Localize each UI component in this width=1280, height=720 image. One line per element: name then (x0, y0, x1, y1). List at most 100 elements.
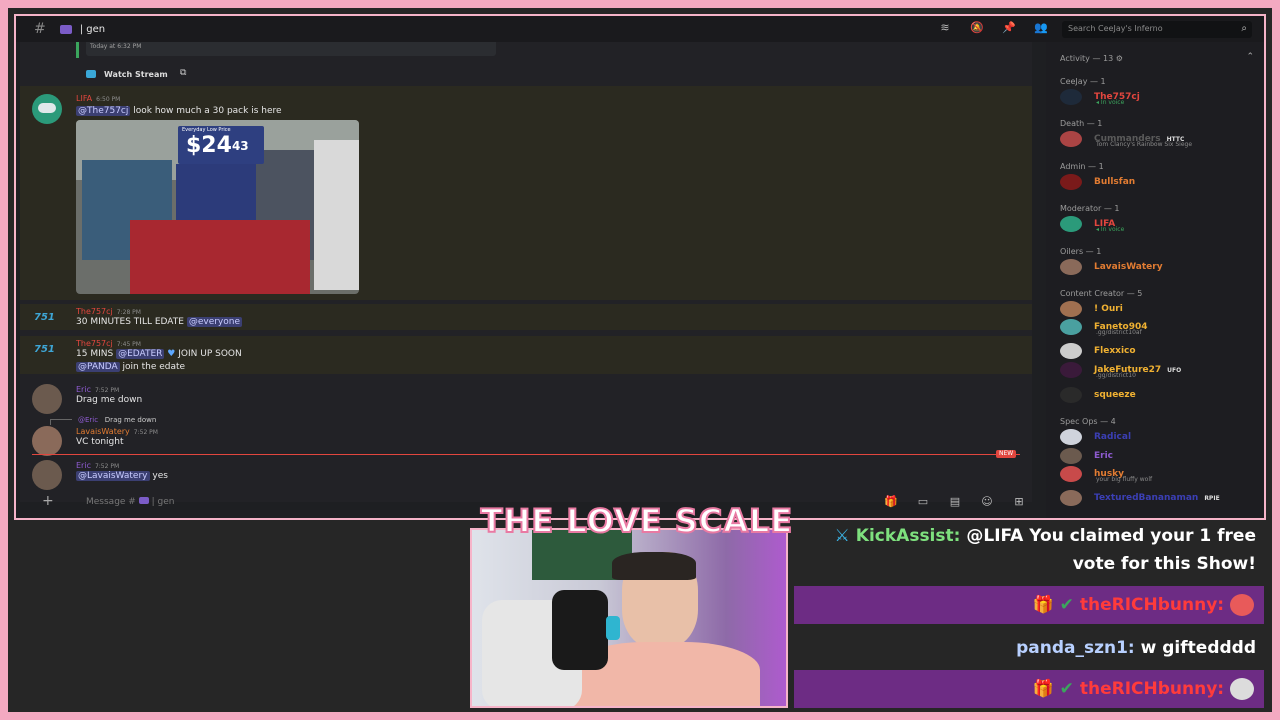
member-entry[interactable]: Bullsfan (1060, 174, 1135, 190)
member-entry[interactable]: ! Ouri (1060, 301, 1123, 317)
chat-text: w giftedddd (1140, 638, 1256, 658)
author-name: The757cj (76, 339, 113, 348)
chat-line-kickassist: ⚔ KickAssist: @LIFA You claimed your 1 f… (835, 526, 1256, 546)
threads-icon[interactable]: ≋ (938, 22, 952, 34)
message-text: 15 MINS (76, 349, 114, 359)
channel-header: # | gen ≋ 🔕 📌 👥 Search CeeJay's Inferno … (16, 16, 1264, 42)
price-cents: 43 (231, 139, 249, 153)
add-attachment-icon[interactable]: + (42, 493, 54, 509)
members-list-icon[interactable]: 👥 (1034, 22, 1048, 34)
message-time: 7:45 PM (116, 341, 141, 348)
embed-body: Today at 6:32 PM (86, 42, 496, 56)
member-entry[interactable]: LIFA ◂ In voice (1060, 216, 1124, 233)
channel-hash-icon: # (34, 21, 46, 37)
gift-sub-icon: 🎁 (1032, 595, 1054, 615)
user-mention[interactable]: @The757cj (76, 106, 131, 116)
member-avatar (1060, 387, 1082, 403)
role-mention-panda[interactable]: @PANDA (76, 362, 120, 372)
emoji-icon[interactable]: ☺ (980, 496, 994, 508)
member-entry[interactable]: The757cj ◂ In voice (1060, 89, 1140, 106)
member-entry[interactable]: Radical (1060, 429, 1131, 445)
member-avatar (1060, 466, 1082, 482)
message-author[interactable]: LavaisWatery 7:52 PM (76, 427, 158, 436)
price-dollars: $24 (186, 133, 232, 158)
message-author[interactable]: The757cj 7:45 PM (76, 339, 141, 348)
member-entry[interactable]: squeeze (1060, 387, 1136, 403)
message-lavais: @Eric Drag me down LavaisWatery 7:52 PM V… (20, 414, 1032, 456)
embed-accent-bar (76, 42, 79, 58)
display-banner (314, 140, 359, 290)
reply-preview[interactable]: @Eric Drag me down (78, 416, 156, 424)
reply-text: Drag me down (104, 416, 157, 424)
stream-chat-feed: ⚔ KickAssist: @LIFA You claimed your 1 f… (794, 520, 1264, 708)
member-entry[interactable]: LavaisWatery (1060, 259, 1163, 275)
member-avatar (1060, 362, 1082, 378)
member-name: LavaisWatery (1094, 262, 1163, 272)
member-entry[interactable]: Faneto904 .gg/district10af (1060, 319, 1147, 336)
message-author[interactable]: Eric 7:52 PM (76, 461, 119, 470)
member-avatar (1060, 490, 1082, 506)
member-status-text: your big fluffy wolf (1096, 476, 1153, 483)
gift-icon[interactable]: 🎁 (884, 496, 898, 508)
avatar-lavais (32, 426, 62, 456)
chat-line-richbunny: 🎁 ✔ theRICHbunny: (1033, 594, 1254, 616)
webcam-feed (470, 528, 788, 708)
streamer-hair (612, 552, 696, 580)
message-author[interactable]: LIFA 6:50 PM (76, 94, 120, 103)
apps-icon[interactable]: ⊞ (1012, 496, 1026, 508)
author-name: Eric (76, 385, 91, 394)
chat-username: KickAssist: (855, 526, 961, 546)
composer-actions: 🎁 ▭ ▤ ☺ ⊞ (884, 496, 1026, 508)
member-name: Eric (1094, 451, 1114, 461)
member-entry[interactable]: Cummanders HTTC Tom Clancy's Rainbow Six S… (1060, 131, 1192, 148)
role-mention[interactable]: @EDATER (116, 349, 165, 359)
mic-clip (606, 616, 620, 640)
gif-icon[interactable]: ▭ (916, 496, 930, 508)
message-time: 7:28 PM (116, 309, 141, 316)
message-body: @The757cj look how much a 30 pack is her… (76, 106, 282, 116)
member-avatar (1060, 343, 1082, 359)
new-messages-divider (32, 454, 1020, 455)
member-list: Activity — 13 ⚙ ⌃ CeeJay — 1 The757cj ◂ I… (1046, 42, 1264, 518)
author-name: LavaisWatery (76, 427, 130, 436)
member-name: Flexxico (1094, 346, 1136, 356)
attached-image[interactable]: Everyday Low Price $2443 (76, 120, 359, 294)
member-avatar (1060, 319, 1082, 335)
chat-highlight-row: 🎁 ✔ theRICHbunny: (794, 586, 1264, 624)
chat-line-panda: panda_szn1: w giftedddd (1016, 638, 1256, 658)
avatar-eric (32, 384, 62, 414)
message-author[interactable]: The757cj 7:28 PM (76, 307, 141, 316)
member-avatar (1060, 89, 1082, 105)
settings-gear-icon: ⚙ (1115, 54, 1123, 63)
member-avatar (1060, 131, 1082, 147)
pin-icon[interactable]: 📌 (1002, 22, 1016, 34)
avatar-figure (38, 103, 56, 113)
member-entry[interactable]: Eric (1060, 448, 1113, 464)
everyone-mention[interactable]: @everyone (186, 317, 243, 327)
microphone (552, 590, 608, 670)
price-sign: Everyday Low Price $2443 (178, 126, 264, 164)
chat-text: @LIFA You claimed your 1 free (966, 526, 1256, 546)
watch-stream-button[interactable]: Watch Stream (104, 70, 168, 79)
message-author[interactable]: Eric 7:52 PM (76, 385, 119, 394)
message-text: VC tonight (76, 437, 124, 447)
channel-emoji-icon (59, 24, 72, 34)
chevron-up-icon[interactable]: ⌃ (1246, 52, 1254, 62)
sticker-icon[interactable]: ▤ (948, 496, 962, 508)
header-toolbar: ≋ 🔕 📌 👥 (938, 22, 1048, 34)
emote-icon (1230, 594, 1254, 616)
message-time: 7:52 PM (94, 387, 120, 394)
member-status-text: .gg/district10af (1096, 329, 1142, 336)
user-mention[interactable]: @LavaisWatery (76, 471, 150, 481)
discord-window: # | gen ≋ 🔕 📌 👥 Search CeeJay's Inferno … (14, 14, 1266, 520)
activity-header[interactable]: Activity — 13 ⚙ (1060, 54, 1123, 63)
message-text: look how much a 30 pack is here (133, 106, 282, 116)
member-avatar (1060, 301, 1082, 317)
search-input[interactable]: Search CeeJay's Inferno ⌕ (1062, 21, 1252, 38)
member-entry[interactable]: TexturedBananaman RPIE (1060, 490, 1220, 506)
member-entry[interactable]: Flexxico (1060, 343, 1136, 359)
member-entry[interactable]: husky your big fluffy wolf (1060, 466, 1152, 483)
mute-icon[interactable]: 🔕 (970, 22, 984, 34)
member-entry[interactable]: JakeFuture27 UFO .gg/district10 (1060, 362, 1181, 379)
verified-badge-icon: ✔ (1059, 595, 1074, 615)
